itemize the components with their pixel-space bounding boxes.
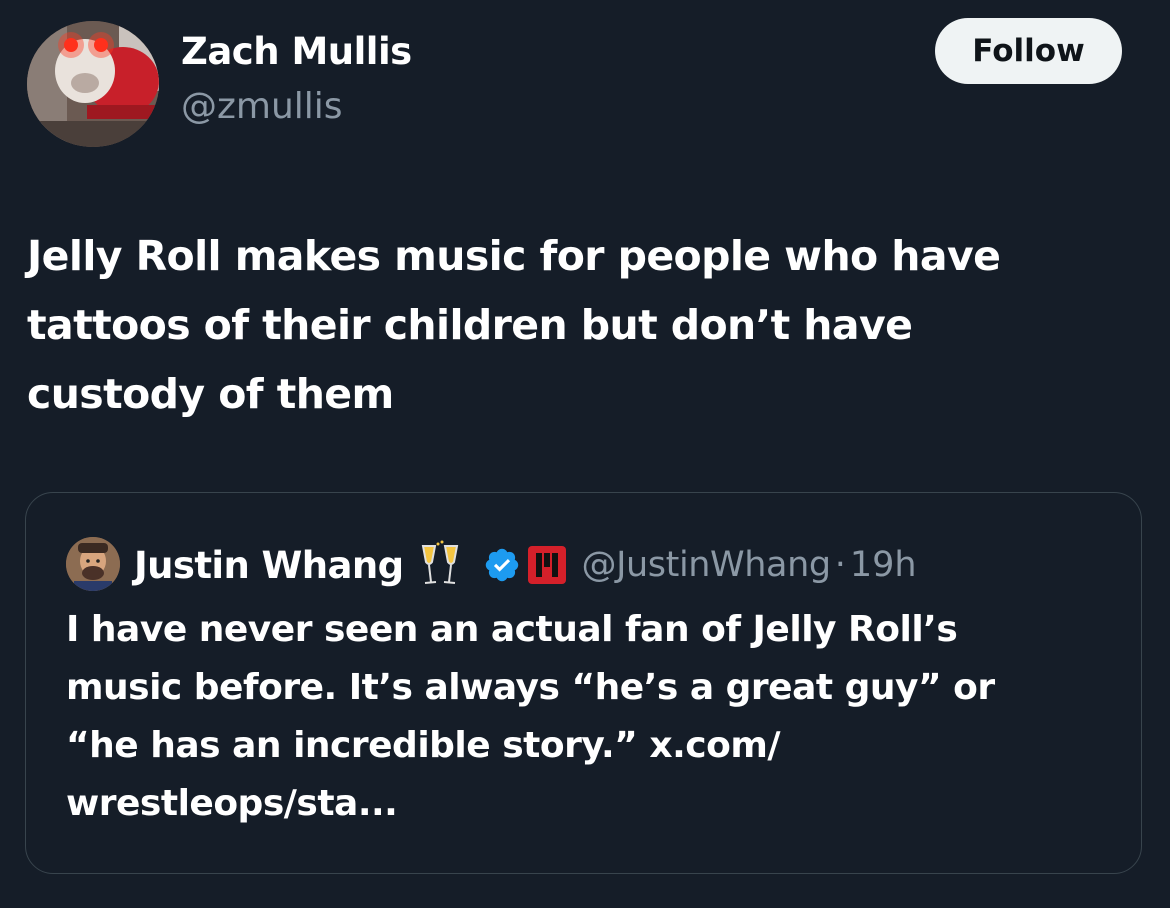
quoted-text-line: wrestleops/sta... [66,783,398,824]
verified-badge-icon [483,546,521,584]
tweet-text-line: Jelly Roll makes music for people who ha… [27,232,1001,280]
quoted-author-handle[interactable]: @JustinWhang [581,545,831,585]
follow-button[interactable]: Follow [935,18,1122,84]
tweet-text-line: custody of them [27,370,394,418]
author-handle[interactable]: @zmullis [181,86,343,127]
tweet-text-line: tattoos of their children but don’t have [27,301,913,349]
tweet-card: Zach Mullis @zmullis Follow Jelly Roll m… [0,0,1170,908]
separator-dot: · [834,545,846,585]
quoted-text-line: I have never seen an actual fan of Jelly… [66,609,958,650]
quoted-tweet[interactable]: Justin Whang @JustinWhang · 19h I have n… [25,492,1142,874]
tweet-text: Jelly Roll makes music for people who ha… [27,222,1137,429]
author-avatar[interactable] [27,21,159,147]
author-name[interactable]: Zach Mullis [181,30,412,73]
quoted-text-line: “he has an incredible story.” x.com/ [66,725,781,766]
quoted-text-line: music before. It’s always “he’s a great … [66,667,995,708]
quoted-tweet-header: Justin Whang @JustinWhang · 19h [134,537,917,593]
quoted-tweet-timestamp[interactable]: 19h [850,545,917,585]
quoted-tweet-text: I have never seen an actual fan of Jelly… [66,601,1116,833]
quoted-author-avatar[interactable] [66,537,120,591]
clinking-glasses-emoji-icon [417,540,463,590]
quoted-author-name[interactable]: Justin Whang [134,544,404,587]
affiliate-badge-icon [527,545,567,585]
